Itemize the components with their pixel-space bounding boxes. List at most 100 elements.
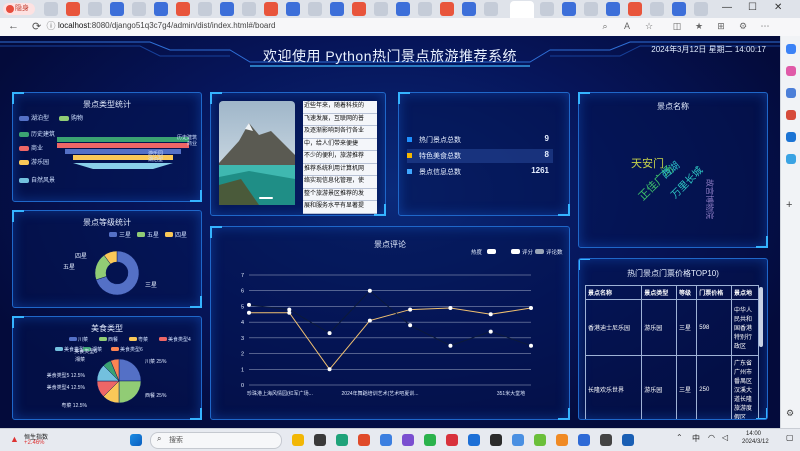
app-icon-16[interactable] bbox=[622, 434, 634, 446]
sidebar-add-icon[interactable]: + bbox=[786, 200, 796, 211]
tab-28[interactable] bbox=[650, 2, 664, 16]
stat-row[interactable]: 特色美食总数 8 bbox=[407, 149, 553, 163]
tab-17[interactable] bbox=[396, 2, 410, 16]
food-legend-label[interactable]: 粤菜 bbox=[138, 336, 148, 343]
table-row[interactable]: 香港迪士尼乐园 游乐园 三星 598 中华人民共和国香港特别行政区 bbox=[584, 299, 759, 356]
app-icon-14[interactable] bbox=[578, 434, 590, 446]
notification-icon[interactable]: ▢ bbox=[786, 433, 794, 442]
stat-row[interactable]: 景点信息总数 1261 bbox=[407, 165, 553, 179]
stat-row[interactable]: 热门景点总数 9 bbox=[407, 133, 553, 147]
food-legend-label[interactable]: 川菜 bbox=[78, 336, 88, 343]
app-icon-9[interactable] bbox=[468, 434, 480, 446]
type-bar[interactable] bbox=[57, 143, 189, 148]
series-point[interactable] bbox=[529, 343, 533, 348]
edge-icon[interactable] bbox=[336, 434, 348, 446]
table-row[interactable]: 长隆欢乐世界 游乐园 三星 250 广东省广州市番禺区汉溪大道长隆旅游度假区 bbox=[584, 355, 759, 419]
tab-23[interactable] bbox=[540, 2, 554, 16]
tab-7[interactable] bbox=[176, 2, 190, 16]
tab-9[interactable] bbox=[220, 2, 234, 16]
sidebar-drop-icon[interactable] bbox=[786, 154, 796, 164]
app-icon-13[interactable] bbox=[556, 434, 568, 446]
level-legend-label[interactable]: 三星 bbox=[119, 232, 131, 239]
tab-15[interactable] bbox=[352, 2, 366, 16]
wifi-icon[interactable]: ◠ bbox=[708, 433, 715, 442]
tab-5[interactable] bbox=[132, 2, 146, 16]
maximize-icon[interactable]: ☐ bbox=[748, 2, 757, 13]
favorites-icon[interactable]: ★ bbox=[694, 21, 704, 31]
tab-24[interactable] bbox=[562, 2, 576, 16]
app-icon-11[interactable] bbox=[512, 434, 524, 446]
tab-6[interactable] bbox=[154, 2, 168, 16]
comments-legend-label[interactable]: 评论数 bbox=[546, 248, 563, 256]
favorite-star-icon[interactable]: ☆ bbox=[644, 21, 654, 31]
series-point[interactable] bbox=[408, 323, 413, 328]
type-bar[interactable] bbox=[73, 163, 173, 169]
app-icon-5[interactable] bbox=[380, 434, 392, 446]
tab-19[interactable] bbox=[440, 2, 454, 16]
comments-legend-label[interactable]: 热度 bbox=[471, 248, 483, 256]
tab-30[interactable] bbox=[694, 2, 708, 16]
read-aloud-icon[interactable]: A bbox=[622, 21, 632, 31]
app-icon-10[interactable] bbox=[490, 434, 502, 446]
food-legend-label[interactable]: 西餐 bbox=[108, 336, 118, 343]
volume-icon[interactable]: ◁ bbox=[722, 433, 728, 442]
series-point[interactable] bbox=[488, 312, 493, 317]
tab-25[interactable] bbox=[584, 2, 598, 16]
food-slice[interactable] bbox=[118, 358, 142, 382]
level-legend-label[interactable]: 五星 bbox=[147, 232, 159, 239]
tab-13[interactable] bbox=[308, 2, 322, 16]
series-point[interactable] bbox=[488, 329, 493, 334]
tab-4[interactable] bbox=[110, 2, 124, 16]
tab-10[interactable] bbox=[242, 2, 256, 16]
sidebar-settings-icon[interactable]: ⚙ bbox=[786, 408, 796, 418]
tab-2[interactable] bbox=[66, 2, 80, 16]
start-icon[interactable] bbox=[130, 434, 142, 446]
app-icon-8[interactable] bbox=[446, 434, 458, 446]
app-icon-7[interactable] bbox=[424, 434, 436, 446]
profile-badge[interactable]: 隐身 bbox=[3, 3, 35, 15]
extensions-icon[interactable]: ⚙ bbox=[738, 21, 748, 31]
app-icon-2[interactable] bbox=[314, 434, 326, 446]
app-icon-15[interactable] bbox=[600, 434, 612, 446]
type-bar[interactable] bbox=[65, 149, 181, 154]
series-point[interactable] bbox=[408, 307, 413, 312]
tab-active[interactable] bbox=[510, 1, 534, 18]
sidebar-games-icon[interactable] bbox=[786, 88, 796, 98]
tab-27[interactable] bbox=[628, 2, 642, 16]
tab-3[interactable] bbox=[88, 2, 102, 16]
minimize-icon[interactable]: — bbox=[722, 2, 732, 13]
food-legend-label[interactable]: 美食类型4 bbox=[168, 336, 191, 343]
tab-26[interactable] bbox=[606, 2, 620, 16]
url-field[interactable]: localhost:8080/django51q3c7g4/admin/dist… bbox=[58, 21, 276, 30]
tab-20[interactable] bbox=[462, 2, 476, 16]
series-point[interactable] bbox=[448, 343, 453, 348]
table-scrollbar[interactable] bbox=[759, 287, 763, 347]
series-point[interactable] bbox=[287, 307, 292, 312]
app-icon-6[interactable] bbox=[402, 434, 414, 446]
taskbar-search[interactable]: ⌕ 搜索 bbox=[150, 432, 282, 449]
series-point[interactable] bbox=[529, 306, 533, 310]
series-point[interactable] bbox=[247, 302, 251, 307]
tab-16[interactable] bbox=[374, 2, 388, 16]
tab-14[interactable] bbox=[330, 2, 344, 16]
tab-8[interactable] bbox=[198, 2, 212, 16]
cloud-word-1[interactable]: 天安门 bbox=[631, 156, 664, 170]
tab-11[interactable] bbox=[264, 2, 278, 16]
type-bar[interactable] bbox=[57, 137, 189, 142]
close-window-icon[interactable]: ✕ bbox=[774, 2, 782, 13]
cloud-word-5[interactable]: 故宫博物院 bbox=[705, 179, 715, 219]
back-icon[interactable]: ← bbox=[8, 20, 19, 32]
clock-time[interactable]: 14:00 bbox=[746, 431, 761, 437]
info-icon[interactable]: ⓘ bbox=[46, 21, 56, 31]
series-point[interactable] bbox=[367, 318, 372, 323]
sidebar-office-icon[interactable] bbox=[786, 110, 796, 120]
tab-21[interactable] bbox=[484, 2, 498, 16]
level-legend-label[interactable]: 四星 bbox=[175, 232, 187, 239]
more-menu-icon[interactable]: ⋯ bbox=[760, 21, 770, 31]
ime-language[interactable]: 中 bbox=[692, 433, 700, 444]
refresh-icon[interactable]: ⟳ bbox=[32, 20, 41, 33]
tab-18[interactable] bbox=[418, 2, 432, 16]
collections-icon[interactable]: ⊞ bbox=[716, 21, 726, 31]
stock-widget[interactable]: ▲ 恒生指数 +2.46% bbox=[10, 431, 70, 449]
clock-date[interactable]: 2024/3/12 bbox=[742, 439, 769, 445]
